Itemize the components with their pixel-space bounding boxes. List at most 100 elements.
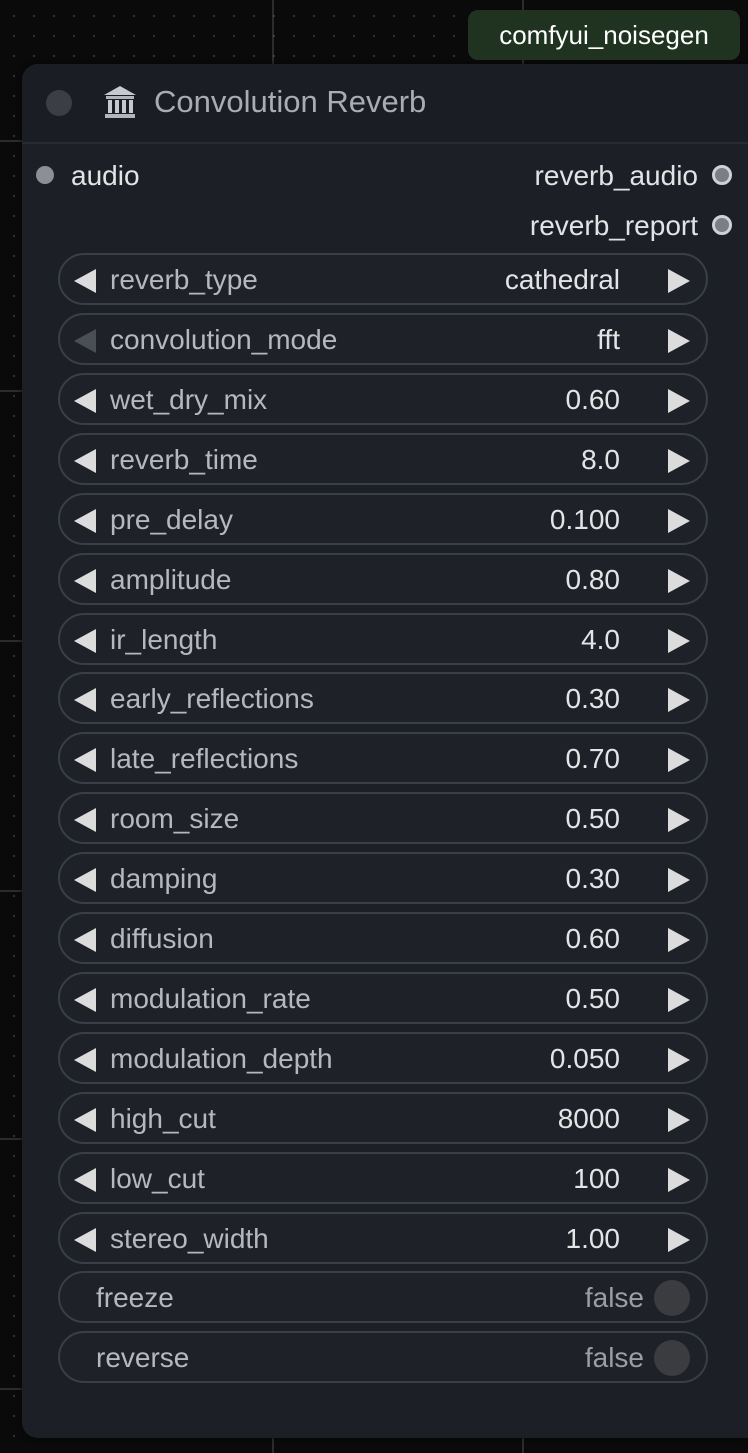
- widget-value: 0.50: [565, 983, 621, 1014]
- widget-value: 0.100: [549, 504, 620, 535]
- decrement-arrow-icon[interactable]: [74, 688, 96, 712]
- node-title: Convolution Reverb: [154, 84, 427, 119]
- increment-arrow-icon[interactable]: [668, 988, 690, 1012]
- output-label-reverb-report: reverb_report: [529, 210, 698, 241]
- decrement-arrow-icon[interactable]: [74, 808, 96, 832]
- increment-arrow-icon[interactable]: [668, 1228, 690, 1252]
- increment-arrow-icon[interactable]: [668, 389, 690, 413]
- decrement-arrow-icon[interactable]: [74, 928, 96, 952]
- toggle-knob[interactable]: [654, 1280, 690, 1316]
- decrement-arrow-icon[interactable]: [74, 868, 96, 892]
- decrement-arrow-icon[interactable]: [74, 1108, 96, 1132]
- decrement-arrow-icon[interactable]: [74, 569, 96, 593]
- widget-label: low_cut: [110, 1163, 205, 1194]
- increment-arrow-icon[interactable]: [668, 629, 690, 653]
- decrement-arrow-icon[interactable]: [74, 1168, 96, 1192]
- widget-high-cut[interactable]: high_cut 8000: [58, 1092, 708, 1144]
- widget-value: cathedral: [504, 264, 620, 295]
- increment-arrow-icon[interactable]: [668, 269, 690, 293]
- collapse-toggle[interactable]: [46, 90, 72, 116]
- widget-value: 0.70: [565, 743, 621, 774]
- widget-pre-delay[interactable]: pre_delay 0.100: [58, 493, 708, 545]
- widget-value: fft: [597, 324, 620, 355]
- increment-arrow-icon[interactable]: [668, 509, 690, 533]
- widget-label: room_size: [110, 803, 240, 834]
- output-label-reverb-audio: reverb_audio: [534, 160, 698, 191]
- input-label-audio: audio: [71, 160, 140, 191]
- increment-arrow-icon[interactable]: [668, 569, 690, 593]
- output-slot-reverb-report[interactable]: [712, 215, 732, 235]
- widget-amplitude[interactable]: amplitude 0.80: [58, 553, 708, 605]
- decrement-arrow-icon[interactable]: [74, 988, 96, 1012]
- toggle-reverse[interactable]: reverse false: [58, 1331, 708, 1383]
- increment-arrow-icon[interactable]: [668, 1168, 690, 1192]
- widget-convolution-mode[interactable]: convolution_mode fft: [58, 313, 708, 365]
- widget-value: 8.0: [581, 444, 620, 475]
- widget-room-size[interactable]: room_size 0.50: [58, 792, 708, 844]
- widget-label: wet_dry_mix: [110, 384, 268, 415]
- widget-value: 1.00: [565, 1223, 621, 1254]
- decrement-arrow-icon[interactable]: [74, 269, 96, 293]
- widget-label: stereo_width: [110, 1223, 269, 1254]
- widget-label: modulation_rate: [110, 983, 311, 1014]
- toggle-knob[interactable]: [654, 1340, 690, 1376]
- increment-arrow-icon[interactable]: [668, 1108, 690, 1132]
- widget-modulation-depth[interactable]: modulation_depth 0.050: [58, 1032, 708, 1084]
- increment-arrow-icon[interactable]: [668, 808, 690, 832]
- increment-arrow-icon[interactable]: [668, 449, 690, 473]
- widget-label: reverb_type: [110, 264, 258, 295]
- widget-value: 0.30: [565, 863, 621, 894]
- widget-value: 0.60: [565, 384, 621, 415]
- widget-reverb-type[interactable]: reverb_type cathedral: [58, 253, 708, 305]
- node-source-badge: comfyui_noisegen: [468, 10, 740, 60]
- widget-label: early_reflections: [110, 683, 314, 714]
- decrement-arrow-icon[interactable]: [74, 509, 96, 533]
- widget-value: 0.60: [565, 923, 621, 954]
- widget-label: amplitude: [110, 564, 232, 595]
- widget-value: 0.050: [549, 1043, 620, 1074]
- widget-diffusion[interactable]: diffusion 0.60: [58, 912, 708, 964]
- toggle-value: false: [584, 1342, 644, 1373]
- decrement-arrow-icon[interactable]: [74, 1048, 96, 1072]
- decrement-arrow-icon[interactable]: [74, 389, 96, 413]
- widget-value: 0.80: [565, 564, 621, 595]
- increment-arrow-icon[interactable]: [668, 868, 690, 892]
- widget-label: convolution_mode: [110, 324, 338, 355]
- widget-ir-length[interactable]: ir_length 4.0: [58, 613, 708, 665]
- widget-modulation-rate[interactable]: modulation_rate 0.50: [58, 972, 708, 1024]
- widget-late-reflections[interactable]: late_reflections 0.70: [58, 732, 708, 784]
- widget-value: 8000: [557, 1103, 620, 1134]
- widget-label: ir_length: [110, 624, 218, 655]
- toggle-label: freeze: [96, 1282, 174, 1313]
- increment-arrow-icon[interactable]: [668, 928, 690, 952]
- decrement-arrow-icon[interactable]: [74, 449, 96, 473]
- widget-wet-dry-mix[interactable]: wet_dry_mix 0.60: [58, 373, 708, 425]
- increment-arrow-icon[interactable]: [668, 1048, 690, 1072]
- node-header[interactable]: Convolution Reverb: [22, 64, 748, 144]
- toggle-freeze[interactable]: freeze false: [58, 1271, 708, 1323]
- widget-value: 100: [573, 1163, 620, 1194]
- output-slot-reverb-audio[interactable]: [712, 165, 732, 185]
- widget-value: 4.0: [581, 624, 620, 655]
- widget-label: damping: [110, 863, 218, 894]
- widget-label: modulation_depth: [110, 1043, 333, 1074]
- increment-arrow-icon[interactable]: [668, 329, 690, 353]
- widget-stereo-width[interactable]: stereo_width 1.00: [58, 1212, 708, 1264]
- widget-damping[interactable]: damping 0.30: [58, 852, 708, 904]
- toggle-value: false: [584, 1282, 644, 1313]
- decrement-arrow-icon[interactable]: [74, 1228, 96, 1252]
- widget-value: 0.30: [565, 683, 621, 714]
- decrement-arrow-icon[interactable]: [74, 748, 96, 772]
- increment-arrow-icon[interactable]: [668, 748, 690, 772]
- widget-label: late_reflections: [110, 743, 299, 774]
- input-slot-audio[interactable]: [36, 166, 54, 184]
- convolution-reverb-node[interactable]: Convolution Reverb audio reverb_audio re…: [22, 64, 748, 1438]
- increment-arrow-icon[interactable]: [668, 688, 690, 712]
- widget-early-reflections[interactable]: early_reflections 0.30: [58, 672, 708, 724]
- widget-reverb-time[interactable]: reverb_time 8.0: [58, 433, 708, 485]
- decrement-arrow-icon[interactable]: [74, 629, 96, 653]
- widget-value: 0.50: [565, 803, 621, 834]
- widget-low-cut[interactable]: low_cut 100: [58, 1152, 708, 1204]
- toggle-label: reverse: [96, 1342, 190, 1373]
- widget-label: diffusion: [110, 923, 214, 954]
